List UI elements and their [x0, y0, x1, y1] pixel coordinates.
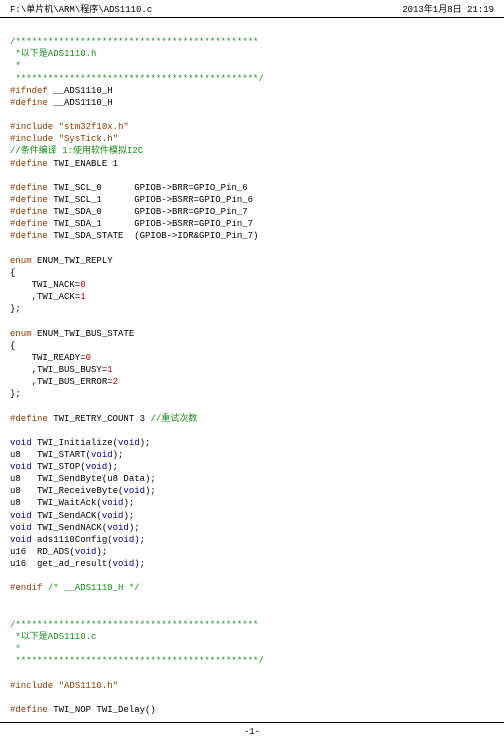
code: TWI_Initialize( [32, 438, 118, 448]
type: void [91, 450, 113, 460]
file-path: F:\单片机\ARM\程序\ADS1110.c [10, 2, 152, 15]
code: ,TWI_BUS_ERROR= [10, 377, 113, 387]
code: u16 RD_ADS( [10, 547, 75, 557]
pp: #include [10, 681, 53, 691]
code: u8 TWI_SendByte(u8 Data); [10, 474, 156, 484]
pp: #define [10, 159, 48, 169]
code: ,TWI_ACK= [10, 292, 80, 302]
code: __ADS1110_H [48, 86, 113, 96]
page-number: -1- [244, 727, 260, 737]
code: ads1110Config( [32, 535, 113, 545]
code: TWI_SDA_0 GPIOB->BRR=GPIO_Pin_7 [48, 207, 248, 217]
page-header: F:\单片机\ARM\程序\ADS1110.c 2013年1月8日 21:19 [0, 0, 504, 18]
code: u16 get_ad_result( [10, 559, 113, 569]
str: "SysTick.h" [59, 134, 118, 144]
code: }; [10, 389, 21, 399]
timestamp: 2013年1月8日 21:19 [402, 2, 494, 15]
pp: #define [10, 414, 48, 424]
comment: * [10, 61, 21, 71]
code: TWI_SendNACK( [32, 523, 108, 533]
str: "ADS1110.h" [59, 681, 118, 691]
num: 0 [86, 353, 91, 363]
type: void [102, 498, 124, 508]
code: TWI_SCL_0 GPIOB->BRR=GPIO_Pin_6 [48, 183, 248, 193]
code: { [10, 268, 15, 278]
comment: *以下是ADS1110.h [10, 49, 96, 59]
type: void [118, 438, 140, 448]
code: u8 TWI_WaitAck( [10, 498, 102, 508]
code: TWI_SDA_STATE (GPIOB->IDR&GPIO_Pin_7) [48, 231, 259, 241]
pp: #endif [10, 583, 42, 593]
pp: #define [10, 207, 48, 217]
code: ,TWI_BUS_BUSY= [10, 365, 107, 375]
type: void [75, 547, 97, 557]
pp: #define [10, 195, 48, 205]
pp: #include [10, 134, 53, 144]
type: void [10, 511, 32, 521]
num: 0 [80, 280, 85, 290]
type: void [86, 462, 108, 472]
code: ); [123, 498, 134, 508]
code: TWI_SCL_1 GPIOB->BSRR=GPIO_Pin_6 [48, 195, 253, 205]
code: TWI_NOP TWI_Delay() [48, 705, 156, 715]
code: ); [123, 511, 134, 521]
code: TWI_ENABLE 1 [48, 159, 118, 169]
kw: enum [10, 256, 32, 266]
num: 2 [113, 377, 118, 387]
kw: enum [10, 329, 32, 339]
comment: /***************************************… [10, 37, 258, 47]
pp: #ifndef [10, 86, 48, 96]
code: ); [140, 438, 151, 448]
code: u8 TWI_ReceiveByte( [10, 486, 123, 496]
page-footer: -1- [0, 722, 504, 747]
code: ); [96, 547, 107, 557]
comment: //条件编译 1:使用软件模拟I2C [10, 146, 143, 156]
comment: *以下是ADS1110.c [10, 632, 96, 642]
code: }; [10, 304, 21, 314]
pp: #define [10, 98, 48, 108]
str: "stm32f10x.h" [59, 122, 129, 132]
comment: /* __ADS1110_H */ [48, 583, 140, 593]
code: ); [134, 559, 145, 569]
pp: #define [10, 219, 48, 229]
type: void [10, 462, 32, 472]
comment: * [10, 644, 21, 654]
code: TWI_RETRY_COUNT 3 [48, 414, 151, 424]
pp: #define [10, 705, 48, 715]
type: void [113, 535, 135, 545]
comment: ****************************************… [10, 74, 264, 84]
pp: #define [10, 231, 48, 241]
type: void [102, 511, 124, 521]
code: ENUM_TWI_BUS_STATE [32, 329, 135, 339]
code: __ADS1110_H [48, 98, 113, 108]
type: void [123, 486, 145, 496]
code: ); [134, 535, 145, 545]
comment: ****************************************… [10, 656, 264, 666]
comment: //重试次数 [150, 414, 197, 424]
code: TWI_SendACK( [32, 511, 102, 521]
type: void [10, 535, 32, 545]
code: TWI_SDA_1 GPIOB->BSRR=GPIO_Pin_7 [48, 219, 253, 229]
type: void [113, 559, 135, 569]
code: TWI_STOP( [32, 462, 86, 472]
type: void [10, 523, 32, 533]
num: 1 [107, 365, 112, 375]
pp: #include [10, 122, 53, 132]
code: ); [145, 486, 156, 496]
code: ENUM_TWI_REPLY [32, 256, 113, 266]
type: void [10, 438, 32, 448]
pp: #define [10, 183, 48, 193]
code: ); [113, 450, 124, 460]
type: void [107, 523, 129, 533]
code: TWI_NACK= [10, 280, 80, 290]
code: u8 TWI_START( [10, 450, 91, 460]
code: TWI_READY= [10, 353, 86, 363]
num: 1 [80, 292, 85, 302]
code: ); [129, 523, 140, 533]
code: ); [107, 462, 118, 472]
code: { [10, 341, 15, 351]
code-body: /***************************************… [0, 18, 504, 722]
comment: /***************************************… [10, 620, 258, 630]
